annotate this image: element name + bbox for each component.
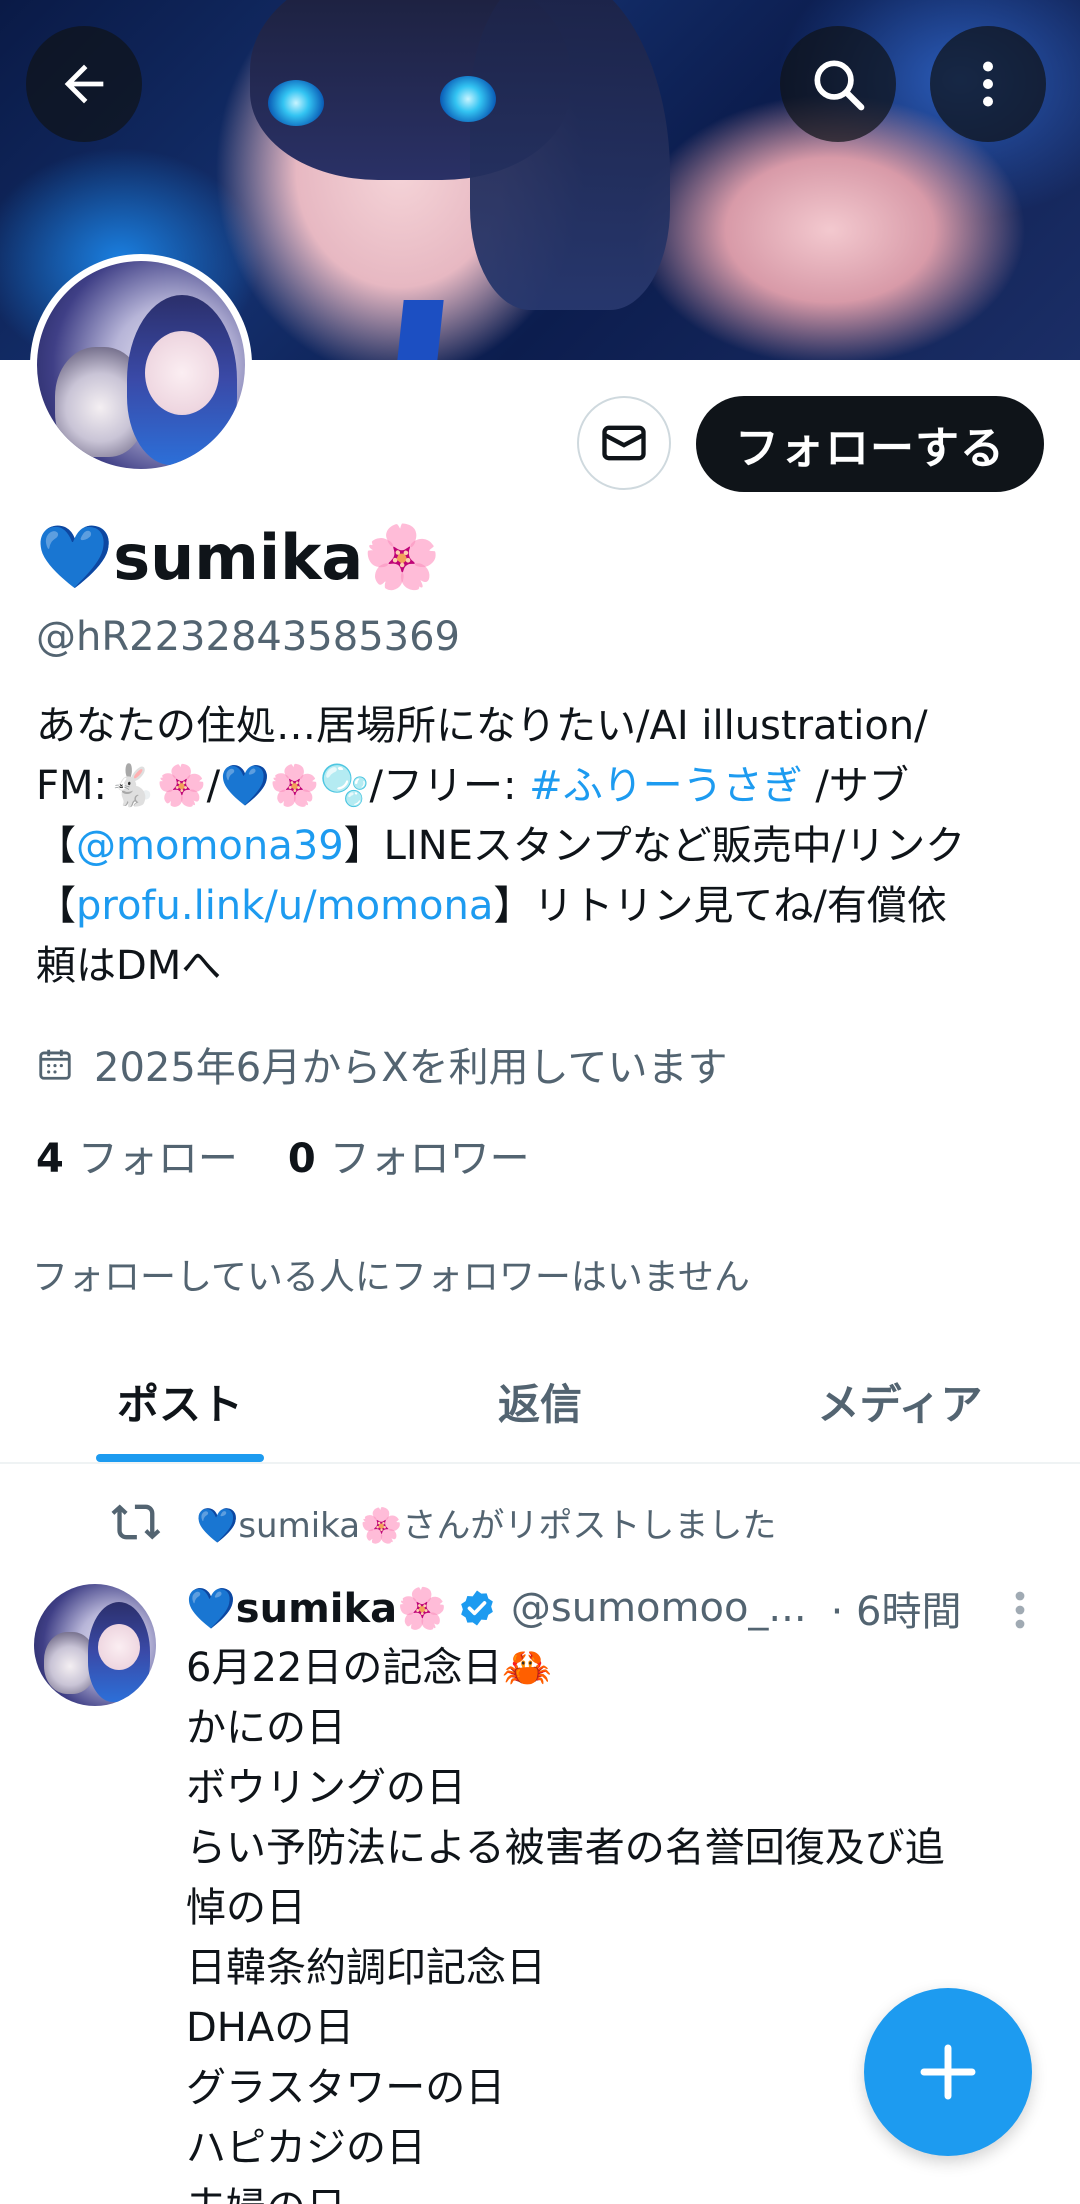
banner-art: [470, 0, 670, 310]
post-line: らい予防法による被害者の名誉回復及び追: [186, 1825, 945, 1871]
profile-tabs: ポスト 返信 メディア: [0, 1340, 1080, 1464]
display-name: 💙 sumika 🌸: [36, 520, 440, 594]
repost-icon: [111, 1504, 161, 1540]
more-button[interactable]: [930, 26, 1046, 142]
post-time[interactable]: · 6時間: [831, 1579, 962, 1637]
post-line: 夫婦の日: [186, 2178, 1026, 2204]
post-line: 日韓条約調印記念日: [186, 1945, 546, 1991]
back-button[interactable]: [26, 26, 142, 142]
tab-media[interactable]: メディア: [720, 1340, 1080, 1462]
bio-line: 頼はDMへ: [36, 943, 222, 989]
verified-badge-icon: [461, 1590, 493, 1626]
bio-line: 【profu.link/u/momona】リトリン見てね/有償依: [36, 883, 947, 929]
joined-text: 2025年6月からXを利用しています: [94, 1045, 728, 1091]
post-line: 悼の日: [186, 1885, 306, 1931]
repost-indicator: 💙sumika🌸さんがリポストしました: [110, 1496, 776, 1548]
more-vertical-icon: [983, 61, 993, 107]
search-icon: [814, 60, 865, 111]
banner-art: [396, 300, 444, 360]
mention-link[interactable]: @momona39: [76, 823, 344, 869]
post-header: 💙sumika🌸 @sumomoo_... · 6時間: [186, 1578, 1026, 1638]
banner-art: [268, 80, 324, 126]
following-link[interactable]: 4 フォロー: [36, 1126, 238, 1184]
bio-line: FM:🐇🌸/💙🌸🫧/フリー: #ふりーうさぎ /サブ: [36, 763, 909, 809]
banner-art: [440, 76, 496, 122]
profile-avatar[interactable]: [30, 254, 252, 476]
bio-line: あなたの住処…居場所になりたい/AI illustration/: [36, 703, 928, 749]
post-author-avatar[interactable]: [34, 1584, 156, 1706]
tab-posts[interactable]: ポスト: [0, 1340, 360, 1462]
display-name-text: sumika: [113, 520, 364, 594]
post-line: ボウリングの日: [186, 1765, 466, 1811]
hashtag-link[interactable]: #ふりーうさぎ: [529, 763, 803, 809]
bio-line: 【@momona39】LINEスタンプなど販売中/リンク: [36, 823, 966, 869]
mutual-followers-note: フォローしている人にフォロワーはいません: [32, 1257, 750, 1298]
plus-icon: [920, 2044, 976, 2100]
blue-heart-emoji: 💙: [36, 520, 114, 593]
follow-counts: 4 フォロー 0 フォロワー: [36, 1126, 530, 1184]
post-line: かにの日: [186, 1705, 346, 1751]
active-tab-indicator: [96, 1454, 264, 1462]
search-button[interactable]: [780, 26, 896, 142]
compose-post-button[interactable]: [864, 1988, 1032, 2156]
calendar-icon: [39, 1049, 71, 1080]
profile-handle: @hR2232843585369: [36, 614, 460, 660]
arrow-left-icon: [64, 64, 104, 104]
post-line: 6月22日の記念日🦀: [186, 1645, 553, 1691]
post-more-icon[interactable]: [1006, 1586, 1034, 1634]
tab-replies[interactable]: 返信: [360, 1340, 720, 1462]
message-button[interactable]: [577, 396, 671, 490]
followers-link[interactable]: 0 フォロワー: [288, 1126, 530, 1184]
post-author-handle: @sumomoo_...: [510, 1585, 807, 1631]
repost-text: 💙sumika🌸さんがリポストしました: [196, 1505, 777, 1546]
mail-icon: [602, 425, 646, 461]
follow-button[interactable]: フォローする: [696, 396, 1044, 492]
cherry-blossom-emoji: 🌸: [363, 520, 441, 593]
post-author-name[interactable]: 💙sumika🌸: [186, 1585, 447, 1632]
avatar-image: [37, 261, 245, 469]
joined-date: 2025年6月からXを利用しています: [36, 1035, 727, 1093]
profile-bio: あなたの住処…居場所になりたい/AI illustration/ FM:🐇🌸/💙…: [36, 696, 1046, 996]
url-link[interactable]: profu.link/u/momona: [76, 883, 493, 929]
